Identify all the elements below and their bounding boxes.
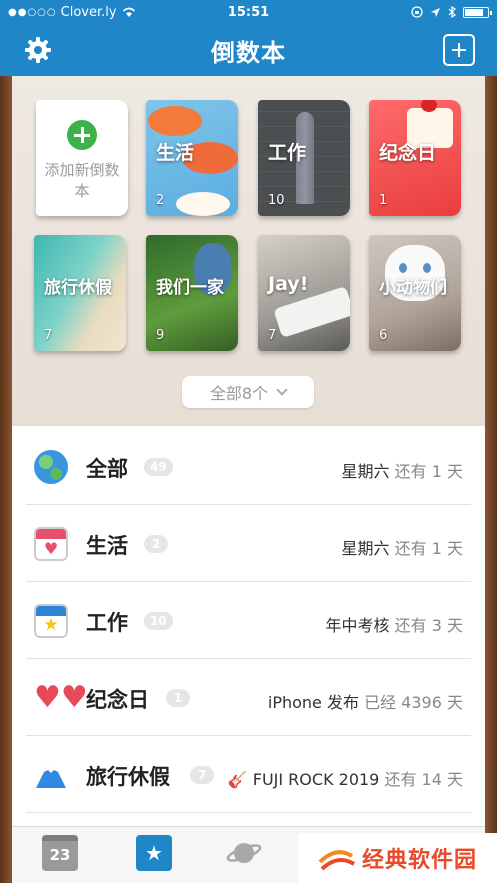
next-event: 星期六	[341, 539, 390, 558]
book-card-jay[interactable]: Jay! 7	[258, 235, 350, 351]
tab-calendar[interactable]: 23	[42, 835, 78, 871]
book-shelf: 添加新倒数本 生活 2 工作 10 纪念日 1 旅行休假 7 我们一家 9 Ja…	[12, 76, 485, 426]
watermark-text: 经典软件园	[362, 848, 478, 873]
next-event: 年中考核	[325, 616, 390, 635]
nav-bar: 倒数本	[0, 24, 497, 76]
watermark-logo-icon	[318, 850, 356, 871]
book-card-work[interactable]: 工作 10	[258, 100, 350, 216]
chevron-down-icon	[276, 384, 288, 396]
list-item-title: 旅行休假	[86, 765, 170, 789]
days-remaining: 还有 1 天	[394, 462, 463, 481]
book-label: 我们一家	[156, 278, 224, 298]
list-item-title: 生活	[86, 534, 128, 558]
count-badge: 7	[190, 766, 214, 784]
list-item-all[interactable]: 全部 49 星期六 还有 1 天	[26, 428, 471, 505]
count-badge: 49	[144, 458, 173, 476]
next-event: 星期六	[341, 462, 390, 481]
add-countdown-button[interactable]	[443, 34, 475, 66]
status-bar: ●●○○○ Clover.ly 15:51	[0, 0, 497, 24]
book-label: 旅行休假	[44, 278, 112, 298]
signal-icon: ●●○○○	[8, 6, 57, 18]
book-label: Jay!	[268, 273, 309, 295]
orientation-lock-icon	[411, 6, 423, 18]
bluetooth-icon	[448, 6, 456, 18]
category-list: 全部 49 星期六 还有 1 天 ♥ 生活 2 星期六 还有 1 天 ★ 工作 …	[12, 426, 485, 826]
book-card-life[interactable]: 生活 2	[146, 100, 238, 216]
list-item-title: 全部	[86, 457, 128, 481]
show-all-label: 全部8个	[209, 384, 269, 403]
days-remaining: 还有 3 天	[394, 616, 463, 635]
next-event: iPhone 发布	[267, 693, 359, 712]
add-book-card[interactable]: 添加新倒数本	[36, 100, 128, 216]
count-badge: 10	[144, 612, 173, 630]
next-event: 🎸 FUJI ROCK 2019	[227, 770, 380, 789]
page-title: 倒数本	[211, 38, 286, 67]
star-icon: ★	[145, 841, 163, 865]
count-badge: 2	[144, 535, 168, 553]
sushi-image	[148, 106, 202, 136]
book-count: 6	[379, 328, 388, 343]
battery-icon	[463, 6, 492, 18]
heart-calendar-icon: ♥	[34, 527, 68, 561]
days-remaining: 已经 4396 天	[364, 693, 463, 712]
star-calendar-icon: ★	[34, 604, 68, 638]
list-item-title: 工作	[86, 611, 128, 635]
book-card-travel[interactable]: 旅行休假 7	[34, 235, 126, 351]
wood-frame-left	[0, 76, 12, 883]
list-item-title: 纪念日	[86, 688, 149, 712]
days-remaining: 还有 14 天	[384, 770, 463, 789]
list-item-travel[interactable]: 旅行休假 7 🎸 FUJI ROCK 2019 还有 14 天	[26, 736, 471, 813]
carrier-name: Clover.ly	[60, 4, 117, 20]
book-card-family[interactable]: 我们一家 9	[146, 235, 238, 351]
list-item-life[interactable]: ♥ 生活 2 星期六 还有 1 天	[26, 505, 471, 582]
plus-icon	[67, 120, 97, 150]
book-count: 7	[44, 328, 53, 343]
book-count: 9	[156, 328, 165, 343]
book-label: 工作	[268, 142, 307, 164]
watermark: 经典软件园	[298, 833, 497, 883]
list-item-anniversary[interactable]: ♥♥ 纪念日 1 iPhone 发布 已经 4396 天	[26, 659, 471, 736]
location-icon	[431, 7, 440, 17]
tab-books[interactable]: ★	[136, 835, 172, 871]
book-card-anniversary[interactable]: 纪念日 1	[369, 100, 461, 216]
wifi-icon	[122, 7, 135, 17]
mount-fuji-icon	[36, 766, 66, 788]
tab-planet[interactable]	[226, 835, 262, 871]
calendar-day: 23	[49, 846, 71, 864]
globe-icon	[34, 450, 68, 484]
wood-frame-right	[485, 76, 497, 883]
list-item-work[interactable]: ★ 工作 10 年中考核 还有 3 天	[26, 582, 471, 659]
book-count: 2	[156, 193, 165, 208]
book-label: 小动物们	[379, 278, 447, 298]
book-label: 生活	[156, 142, 195, 164]
count-badge: 1	[166, 689, 190, 707]
gear-icon[interactable]	[24, 36, 52, 64]
show-all-books-button[interactable]: 全部8个	[182, 376, 314, 408]
book-count: 10	[268, 193, 285, 208]
add-book-label: 添加新倒数本	[44, 161, 120, 200]
book-count: 1	[379, 193, 388, 208]
book-label: 纪念日	[379, 142, 437, 164]
days-remaining: 还有 1 天	[394, 539, 463, 558]
book-count: 7	[268, 328, 277, 343]
hearts-icon: ♥♥	[34, 680, 88, 715]
book-card-pets[interactable]: 小动物们 6	[369, 235, 461, 351]
